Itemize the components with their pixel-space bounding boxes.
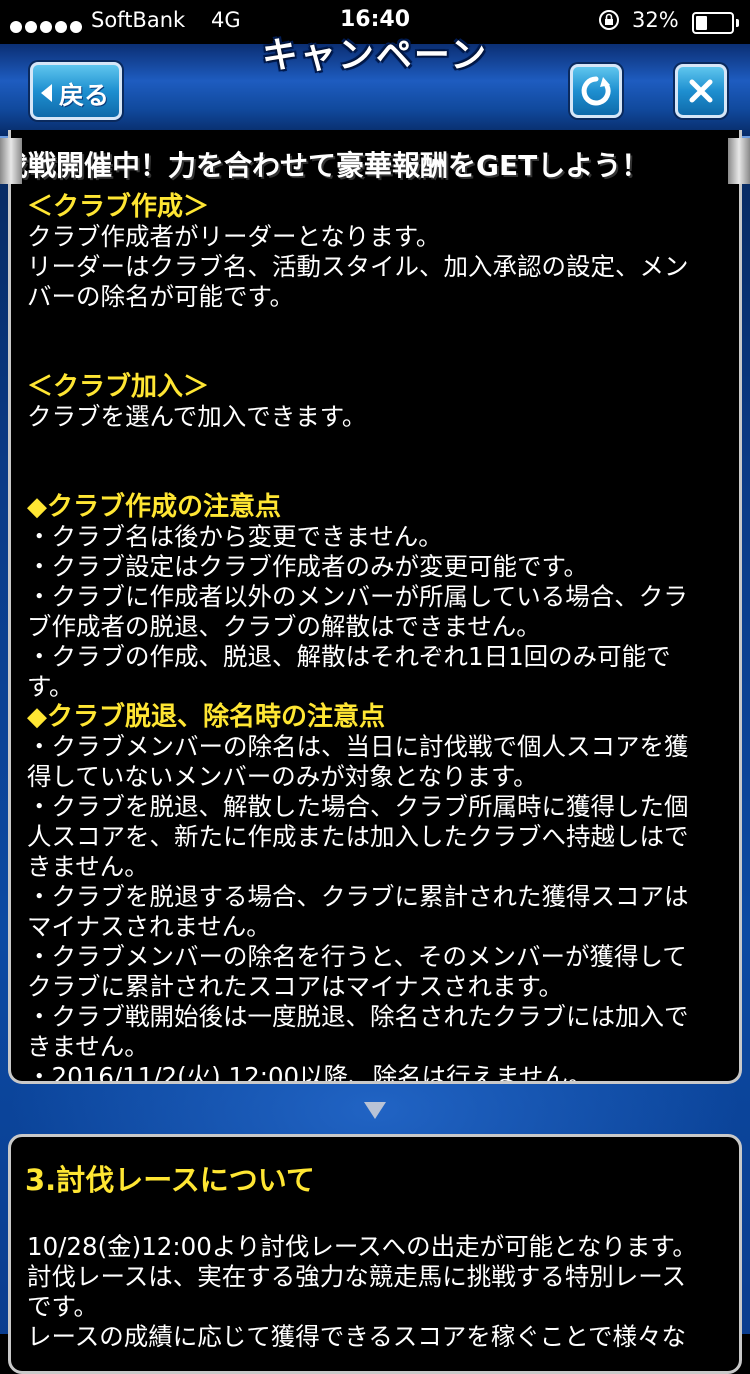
- text-line: レースの成績に応じて獲得できるスコアを稼ぐことで様々な: [27, 1322, 687, 1351]
- news-ticker: 伐戦開催中！力を合わせて豪華報酬をGETしよう！: [0, 138, 750, 184]
- reload-icon: [581, 76, 611, 106]
- text-line: ・クラブ設定はクラブ作成者のみが変更可能です。: [27, 552, 589, 581]
- text-line: リーダーはクラブ名、活動スタイル、加入承認の設定、メン: [27, 252, 689, 281]
- close-button[interactable]: [675, 64, 727, 118]
- text-line: です。: [27, 1292, 99, 1321]
- text-line: きません。: [27, 1032, 149, 1061]
- text-line: 討伐レースは、実在する強力な競走馬に挑戦する特別レース: [27, 1262, 687, 1291]
- reload-button[interactable]: [570, 64, 622, 118]
- club-create-heading: ＜クラブ作成＞: [27, 192, 210, 222]
- text-line: ・クラブメンバーの除名を行うと、そのメンバーが獲得して: [27, 942, 687, 971]
- text-line: ・クラブを脱退、解散した場合、クラブ所属時に獲得した個: [27, 792, 689, 821]
- club-leave-notes-heading: ◆クラブ脱退、除名時の注意点: [27, 702, 385, 732]
- text-line: す。: [27, 672, 74, 701]
- text-line: マイナスされません。: [27, 912, 271, 941]
- text-line: クラブを選んで加入できます。: [27, 402, 367, 431]
- text-line: 10/28(金)12:00より討伐レースへの出走が可能となります。: [27, 1232, 697, 1261]
- ticker-text: 伐戦開催中！力を合わせて豪華報酬をGETしよう！: [0, 149, 650, 182]
- back-button-label: 戻る: [59, 81, 110, 110]
- text-line: ・クラブの作成、脱退、解散はそれぞれ1日1回のみ可能で: [27, 642, 671, 671]
- race-info-panel[interactable]: 3.討伐レースについて 10/28(金)12:00より討伐レースへの出走が可能と…: [8, 1134, 742, 1374]
- back-arrow-icon: [41, 84, 52, 102]
- text-line: バーの除名が可能です。: [27, 282, 295, 311]
- chevron-down-icon: [364, 1102, 386, 1119]
- text-line: ・クラブに作成者以外のメンバーが所属している場合、クラ: [27, 582, 688, 611]
- club-info-panel[interactable]: ＜クラブ作成＞ クラブ作成者がリーダーとなります。 リーダーはクラブ名、活動スタ…: [8, 130, 742, 1084]
- text-line: クラブ作成者がリーダーとなります。: [27, 222, 441, 251]
- text-line: ・クラブ戦開始後は一度脱退、除名されたクラブには加入で: [27, 1002, 689, 1031]
- page-title: キャンペーン: [261, 35, 489, 76]
- text-line: ・クラブメンバーの除名は、当日に討伐戦で個人スコアを獲: [27, 732, 689, 761]
- text-line: きません。: [27, 852, 149, 881]
- text-line: 得していないメンバーのみが対象となります。: [27, 762, 538, 791]
- close-icon: [689, 79, 713, 103]
- text-line: ・2016/11/2(火) 12:00以降、除名は行えません。: [27, 1062, 593, 1084]
- club-join-heading: ＜クラブ加入＞: [27, 372, 210, 402]
- text-line: ブ作成者の脱退、クラブの解散はできません。: [27, 612, 541, 641]
- text-line: ・クラブ名は後から変更できません。: [27, 522, 443, 551]
- ticker-right-cap: [728, 138, 750, 184]
- club-info-content: ＜クラブ作成＞ クラブ作成者がリーダーとなります。 リーダーはクラブ名、活動スタ…: [27, 192, 689, 1084]
- text-line: 人スコアを、新たに作成または加入したクラブへ持越しはで: [27, 822, 689, 851]
- club-create-notes-heading: ◆クラブ作成の注意点: [27, 492, 281, 522]
- text-line: クラブに累計されたスコアはマイナスされます。: [27, 972, 564, 1001]
- ticker-left-cap: [0, 138, 22, 184]
- race-info-content: 10/28(金)12:00より討伐レースへの出走が可能となります。 討伐レースは…: [27, 1232, 697, 1352]
- race-section-heading: 3.討伐レースについて: [25, 1163, 315, 1197]
- text-line: ・クラブを脱退する場合、クラブに累計された獲得スコアは: [27, 882, 689, 911]
